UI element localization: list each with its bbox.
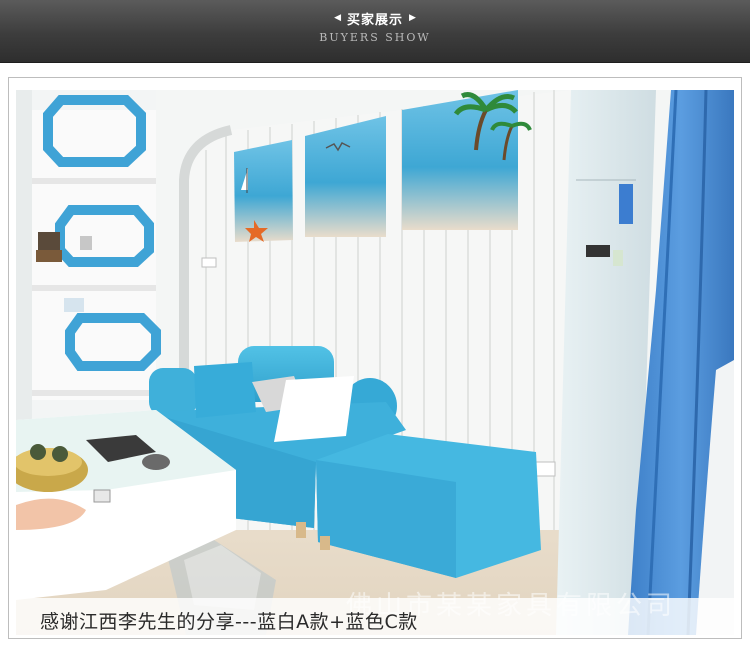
painting-middle bbox=[305, 116, 386, 237]
painting-right bbox=[402, 90, 532, 230]
banner-title-row: ◀ 买家展示 ▶ bbox=[0, 8, 750, 28]
page-subtitle: BUYERS SHOW bbox=[319, 31, 431, 44]
left-arrow-icon: ◀ bbox=[334, 13, 341, 23]
painting-left bbox=[234, 140, 293, 242]
room-photo-illustration: 佛山市某某家具有限公司 bbox=[16, 90, 734, 635]
photo-caption: 感谢江西李先生的分享---蓝白A款+蓝色C款 bbox=[40, 611, 418, 633]
page-title: 买家展示 bbox=[346, 12, 403, 28]
banner-title-block: ◀ 买家展示 ▶ BUYERS SHOW bbox=[0, 8, 750, 45]
right-arrow-icon: ▶ bbox=[409, 13, 416, 23]
room-photo: 佛山市某某家具有限公司 bbox=[16, 90, 734, 635]
room-divider-shelf bbox=[16, 90, 161, 420]
header-banner: ◀ 买家展示 ▶ BUYERS SHOW bbox=[0, 0, 750, 63]
caption-bar: 感谢江西李先生的分享---蓝白A款+蓝色C款 bbox=[16, 598, 734, 638]
buyers-show-page: ◀ 买家展示 ▶ BUYERS SHOW 感谢江西李先生的分享---蓝白A款+蓝… bbox=[0, 0, 750, 647]
